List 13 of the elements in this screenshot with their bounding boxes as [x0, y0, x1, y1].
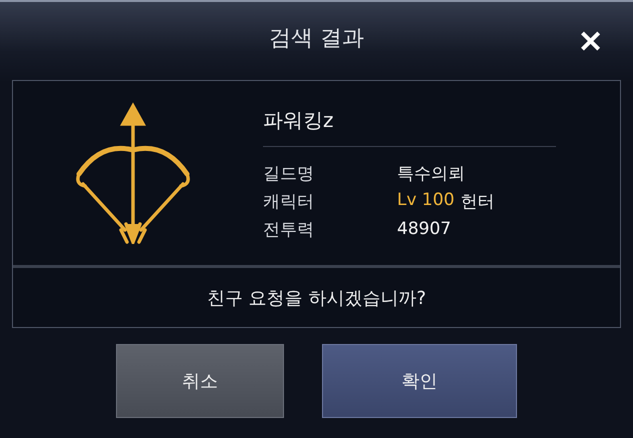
cancel-button[interactable]: 취소 [116, 344, 284, 418]
field-label: 캐릭터 [263, 190, 315, 212]
field-value: 48907 [397, 219, 452, 239]
confirm-button[interactable]: 확인 [322, 344, 517, 418]
field-label: 길드명 [263, 162, 315, 184]
field-value: 특수의뢰 [397, 162, 465, 184]
friend-request-question: 친구 요청을 하시겠습니까? [206, 286, 427, 310]
field-label: 전투력 [263, 218, 315, 240]
dialog-title: 검색 결과 [269, 25, 364, 53]
field-value: 헌터 [460, 190, 494, 212]
level-text: Lv 100 [397, 190, 454, 212]
player-name: 파워킹z [263, 101, 556, 147]
close-button[interactable]: ✕ [578, 28, 603, 58]
